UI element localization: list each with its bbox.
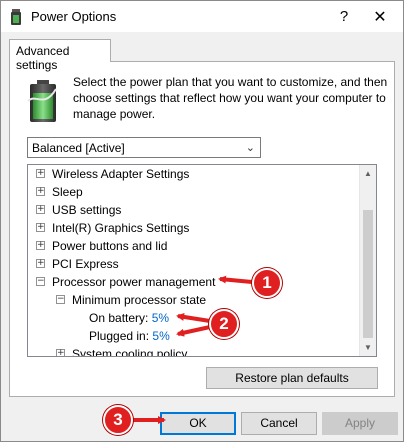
restore-plan-defaults-button[interactable]: Restore plan defaults <box>206 367 378 389</box>
tree-item-label: Processor power management <box>52 275 216 289</box>
tree-item-label: Wireless Adapter Settings <box>52 167 190 181</box>
chevron-down-icon: ⌄ <box>245 142 255 154</box>
apply-button[interactable]: Apply <box>322 412 398 435</box>
setting-label: Plugged in: <box>89 329 150 343</box>
annotation-marker-3: 3 <box>103 405 133 435</box>
expand-icon[interactable]: + <box>36 259 45 268</box>
annotation-marker-1: 1 <box>252 268 282 298</box>
scroll-down-arrow-icon[interactable]: ▼ <box>360 339 376 356</box>
settings-tree[interactable]: + Wireless Adapter Settings + Sleep + US… <box>27 164 377 357</box>
expand-icon[interactable]: + <box>36 187 45 196</box>
tree-item-on-battery[interactable]: On battery: 5% <box>89 309 169 327</box>
scroll-up-arrow-icon[interactable]: ▲ <box>360 165 376 182</box>
expand-icon[interactable]: + <box>36 169 45 178</box>
tree-item-label: System cooling policy <box>72 347 188 357</box>
expand-icon[interactable]: + <box>56 349 65 356</box>
title-bar: Power Options ? ✕ <box>1 1 403 32</box>
tab-advanced-settings[interactable]: Advanced settings <box>9 39 111 72</box>
plugged-in-value-link[interactable]: 5% <box>152 329 169 343</box>
collapse-icon[interactable]: − <box>36 277 45 286</box>
scroll-thumb[interactable] <box>363 210 373 338</box>
setting-label: On battery: <box>89 311 149 325</box>
annotation-marker-2: 2 <box>209 309 239 339</box>
expand-icon[interactable]: + <box>36 223 45 232</box>
expand-icon[interactable]: + <box>36 241 45 250</box>
power-options-dialog: Power Options ? ✕ Advanced settings Sele… <box>0 0 404 442</box>
ok-button[interactable]: OK <box>160 412 236 435</box>
cancel-button[interactable]: Cancel <box>241 412 317 435</box>
power-plan-select[interactable]: Balanced [Active] ⌄ <box>27 137 261 158</box>
close-button[interactable]: ✕ <box>357 1 403 32</box>
tree-item-label: Power buttons and lid <box>52 239 168 253</box>
battery-plan-icon <box>27 80 57 122</box>
tree-item-plugged-in[interactable]: Plugged in: 5% <box>89 327 170 345</box>
expand-icon[interactable]: + <box>36 205 45 214</box>
collapse-icon[interactable]: − <box>56 295 65 304</box>
plan-description: Select the power plan that you want to c… <box>73 75 388 121</box>
power-options-app-icon <box>11 9 21 25</box>
power-plan-select-value: Balanced [Active] <box>32 141 125 155</box>
tree-item-label: Intel(R) Graphics Settings <box>52 221 190 235</box>
tree-item-label: Sleep <box>52 185 83 199</box>
tree-item-label: PCI Express <box>52 257 119 271</box>
window-title: Power Options <box>31 9 117 24</box>
tree-scrollbar[interactable]: ▲ ▼ <box>359 165 376 356</box>
tree-item-label: USB settings <box>52 203 122 217</box>
tree-item-label: Minimum processor state <box>72 293 207 307</box>
on-battery-value-link[interactable]: 5% <box>152 311 169 325</box>
